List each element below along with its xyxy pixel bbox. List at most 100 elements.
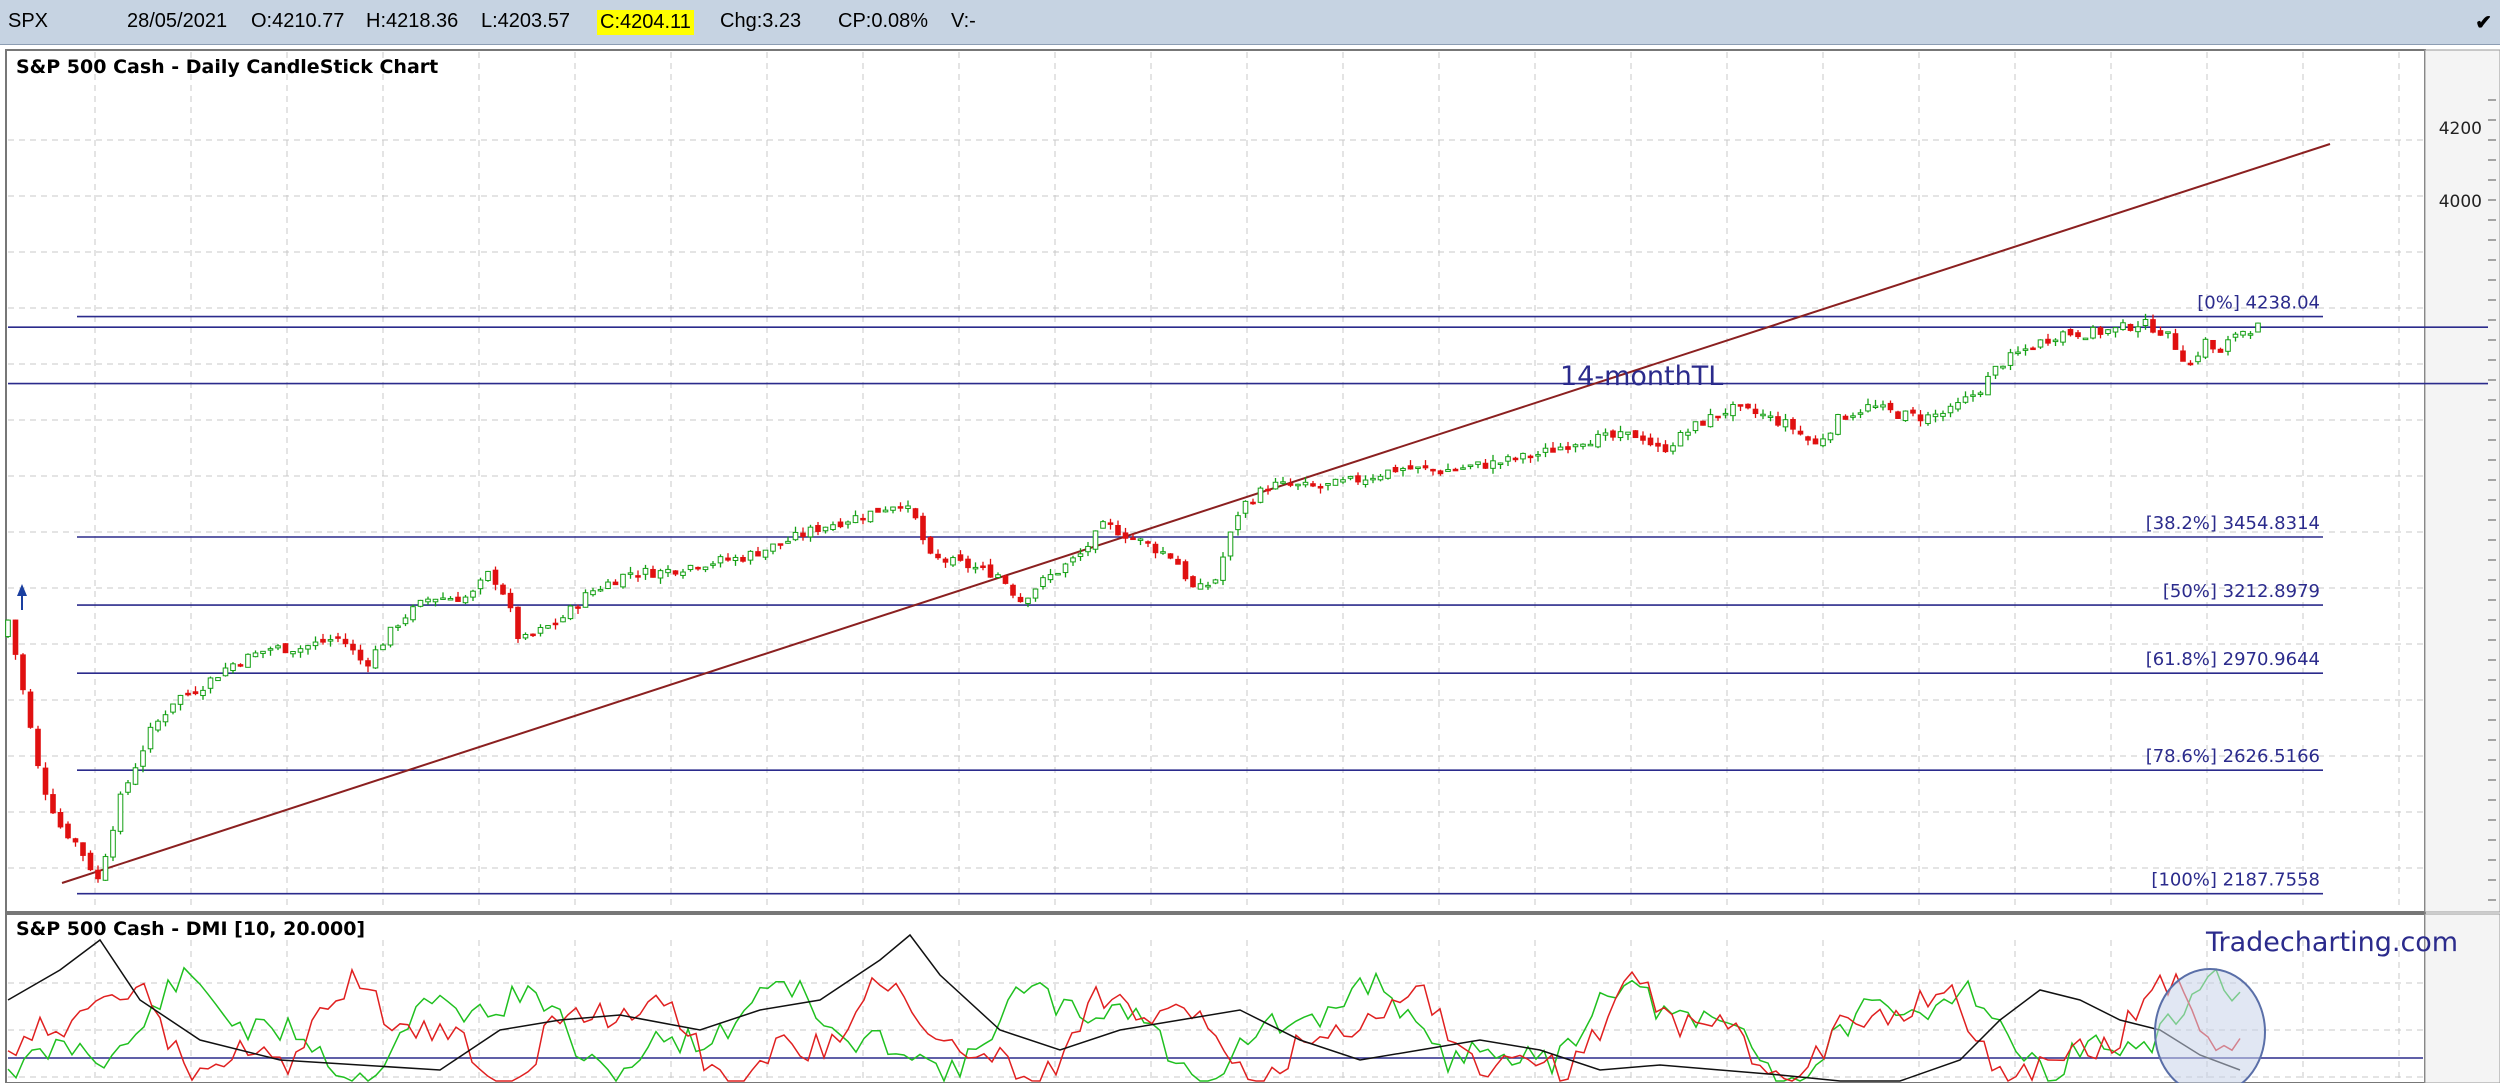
candle-body — [552, 622, 559, 626]
candle-body — [2247, 333, 2254, 336]
candle-body — [755, 551, 761, 557]
candle-body — [1962, 396, 1969, 403]
candle-body — [1580, 443, 1586, 447]
candle-body — [2090, 326, 2096, 339]
candle-body — [732, 556, 739, 562]
candle-body — [590, 590, 596, 596]
candle-body — [417, 599, 424, 607]
change-value: Chg:3.23 — [720, 10, 802, 32]
candle-body — [1137, 538, 1144, 541]
candle-body — [1437, 470, 1444, 475]
candle-body — [477, 579, 484, 590]
candle-body — [267, 648, 274, 651]
quote-toolbar: SPX 28/05/2021 O:4210.77 H:4218.36 L:420… — [0, 0, 2500, 45]
dmi-panel-title: S&P 500 Cash - DMI [10, 20.000] — [16, 918, 365, 940]
candle-body — [1490, 460, 1496, 469]
candle-body — [807, 526, 814, 538]
candle-body — [935, 553, 941, 559]
candle-body — [1332, 478, 1339, 486]
candle-body — [147, 726, 154, 750]
candle-body — [1445, 469, 1451, 472]
candle-body — [635, 575, 641, 578]
candle-body — [1745, 403, 1751, 409]
checkbox-icon[interactable]: ✔ — [2475, 10, 2492, 35]
trendline-annotation: 14-monthTL — [1560, 361, 1723, 392]
candle-body — [1092, 530, 1099, 550]
candle-body — [2030, 347, 2036, 351]
watermark: Tradecharting.com — [2205, 927, 2458, 958]
low-value: L:4203.57 — [481, 10, 570, 32]
candle-body — [462, 596, 469, 604]
candle-body — [1722, 412, 1729, 416]
candle-body — [2150, 319, 2156, 333]
candle-body — [1107, 522, 1114, 525]
candle-body — [1775, 416, 1781, 426]
candle-body — [725, 557, 731, 561]
candle-body — [1647, 437, 1654, 446]
candle-body — [185, 692, 191, 696]
candle-body — [2067, 329, 2074, 336]
candle-body — [582, 592, 589, 608]
candle-body — [2022, 348, 2029, 351]
open-value: O:4210.77 — [251, 10, 345, 32]
candle-body — [1790, 418, 1796, 430]
candle-body — [132, 767, 139, 785]
candle-body — [972, 566, 979, 570]
candle-body — [995, 574, 1001, 579]
candle-body — [1205, 584, 1211, 588]
candle-body — [1970, 394, 1976, 397]
candle-body — [2112, 327, 2119, 333]
candle-body — [1280, 481, 1286, 484]
candle-body — [1370, 477, 1376, 481]
candle-body — [770, 543, 776, 552]
candle-body — [882, 509, 889, 513]
candle-body — [1565, 446, 1571, 450]
candle-body — [1662, 444, 1669, 453]
candle-body — [1527, 455, 1534, 459]
candle-body — [1512, 457, 1519, 461]
candle-body — [1475, 461, 1481, 465]
candle-body — [282, 643, 289, 654]
candle-body — [1655, 442, 1661, 447]
candle-body — [792, 531, 799, 541]
candle-body — [822, 526, 829, 532]
candle-body — [1257, 487, 1264, 503]
candle-body — [567, 605, 574, 620]
candle-body — [365, 660, 371, 667]
candle-body — [485, 570, 491, 582]
candle-body — [837, 521, 844, 528]
candle-body — [1460, 467, 1466, 470]
candle-body — [1550, 447, 1556, 453]
candle-body — [2142, 319, 2149, 326]
candle-body — [1842, 415, 1849, 420]
candle-body — [1392, 466, 1399, 473]
candle-body — [1835, 414, 1841, 435]
candle-body — [2082, 337, 2089, 341]
candle-body — [867, 510, 874, 523]
candle-body — [1782, 419, 1789, 428]
candle-body — [1902, 410, 1909, 422]
candle-body — [1992, 365, 1999, 376]
candle-body — [1220, 556, 1226, 581]
candle-body — [965, 558, 971, 569]
candle-body — [1910, 409, 1916, 414]
candle-body — [155, 720, 161, 731]
candle-body — [545, 625, 551, 629]
candle-body — [1182, 561, 1189, 580]
candle-body — [2255, 322, 2261, 333]
candle-body — [35, 728, 41, 767]
candle-body — [1250, 501, 1256, 505]
candle-body — [1505, 456, 1511, 462]
candle-body — [1430, 468, 1436, 472]
candle-body — [627, 572, 634, 575]
candle-body — [42, 767, 49, 795]
candle-body — [852, 515, 859, 524]
candle-body — [1175, 558, 1181, 565]
candle-body — [1752, 408, 1759, 415]
candle-body — [2195, 355, 2201, 363]
candle-body — [1895, 411, 1901, 419]
candle-body — [177, 694, 184, 705]
candle-body — [710, 563, 716, 566]
candle-body — [1167, 553, 1174, 559]
close-value: C:4204.11 — [597, 10, 694, 35]
